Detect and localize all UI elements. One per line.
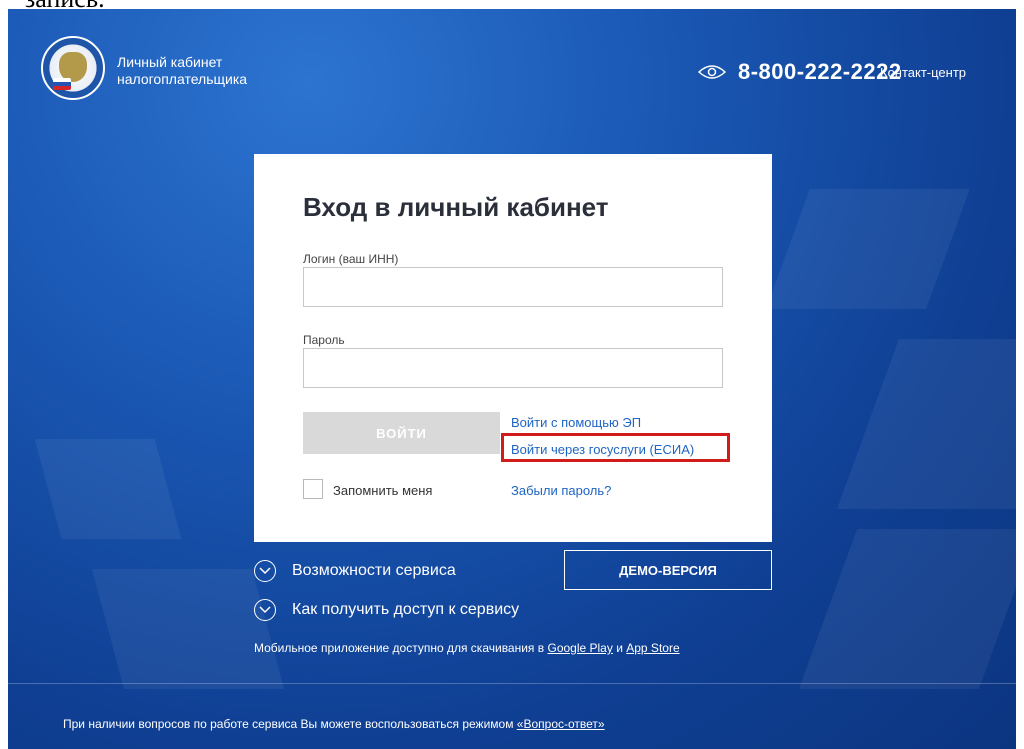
mobile-app-note: Мобильное приложение доступно для скачив…	[254, 641, 680, 655]
login-esia-link[interactable]: Войти через госуслуги (ЕСИА)	[511, 442, 694, 457]
mobile-note-and: и	[616, 641, 623, 655]
login-input[interactable]	[303, 267, 723, 307]
forgot-password-link[interactable]: Забыли пароль?	[511, 483, 611, 498]
footer-divider	[8, 683, 1016, 684]
login-title: Вход в личный кабинет	[303, 192, 609, 222]
demo-button[interactable]: ДЕМО-ВЕРСИЯ	[564, 550, 772, 590]
top-strip	[0, 0, 1024, 9]
mobile-note-text: Мобильное приложение доступно для скачив…	[254, 641, 545, 655]
login-label: Логин (ваш ИНН)	[303, 252, 399, 266]
login-button[interactable]: ВОЙТИ	[303, 412, 500, 454]
footer-note: При наличии вопросов по работе сервиса В…	[63, 717, 605, 731]
remember-checkbox[interactable]	[303, 479, 323, 499]
access-expander[interactable]: Как получить доступ к сервису	[254, 599, 519, 621]
chevron-down-icon	[254, 599, 276, 621]
site-title-line2: налогоплательщика	[117, 71, 248, 87]
features-label: Возможности сервиса	[292, 562, 456, 579]
fns-logo[interactable]	[41, 36, 105, 100]
faq-link[interactable]: «Вопрос-ответ»	[517, 717, 605, 731]
password-label: Пароль	[303, 333, 345, 347]
hotline-phone: 8-800-222-2222	[738, 59, 902, 84]
password-input[interactable]	[303, 348, 723, 388]
flag-icon	[53, 78, 71, 90]
contact-center-link[interactable]: Контакт-центр	[880, 65, 966, 80]
google-play-link[interactable]: Google Play	[547, 641, 612, 655]
login-ep-link[interactable]: Войти с помощью ЭП	[511, 415, 641, 430]
chevron-down-icon	[254, 560, 276, 582]
app-store-link[interactable]: App Store	[626, 641, 679, 655]
site-title[interactable]: Личный кабинет налогоплательщика	[117, 54, 247, 88]
remember-label: Запомнить меня	[333, 483, 433, 498]
access-label: Как получить доступ к сервису	[292, 601, 520, 618]
eye-icon[interactable]	[697, 64, 727, 80]
footer-text: При наличии вопросов по работе сервиса В…	[63, 717, 514, 731]
features-expander[interactable]: Возможности сервиса	[254, 560, 456, 582]
site-title-line1: Личный кабинет	[117, 54, 223, 70]
login-card: Вход в личный кабинет Логин (ваш ИНН) Па…	[254, 154, 772, 542]
